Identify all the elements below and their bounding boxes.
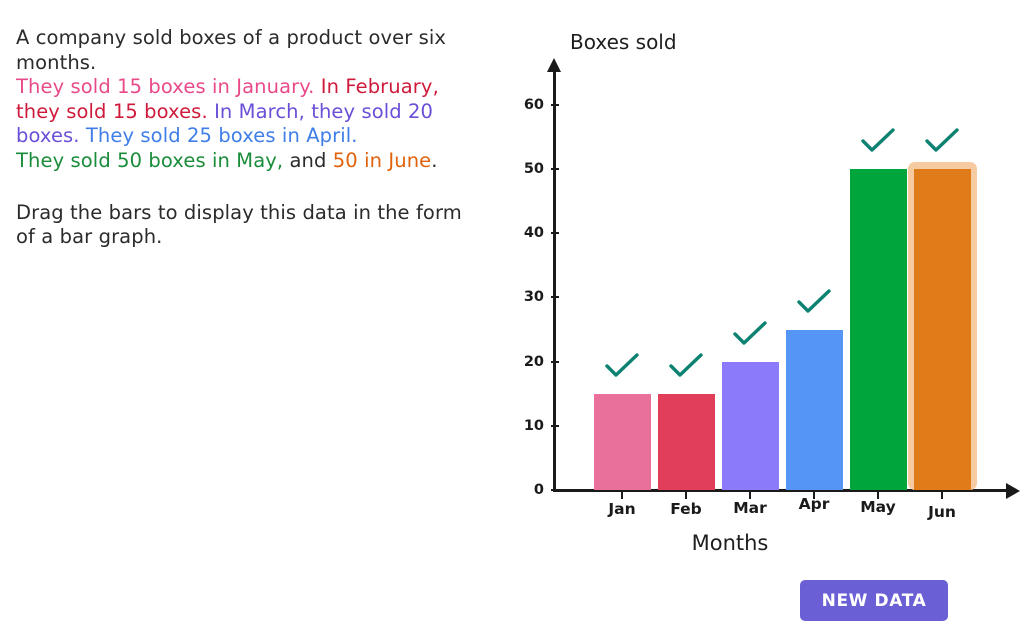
x-tick-label-feb: Feb (670, 500, 702, 518)
bar-chart-panel: Boxes sold 0102030405060 JanFebMarAprMay… (500, 0, 1030, 643)
instruction-paragraph: Drag the bars to display this data in th… (16, 201, 486, 250)
bar-jan[interactable] (594, 394, 651, 490)
bar-feb[interactable] (658, 394, 715, 490)
checkmark-icon-apr (794, 288, 834, 318)
plot-area: 0102030405060 JanFebMarAprMayJun (500, 0, 1030, 520)
bars-layer[interactable] (500, 0, 1030, 490)
checkmark-icon-may (858, 127, 898, 157)
new-data-button[interactable]: NEW DATA (800, 580, 948, 621)
x-tick-mark (621, 492, 623, 499)
checkmark-icon-feb (666, 352, 706, 382)
x-tick-mark (685, 492, 687, 499)
april-data-text: They sold 25 boxes in April. (86, 124, 358, 147)
bar-may[interactable] (850, 169, 907, 490)
final-period-text: . (431, 149, 437, 172)
x-tick-label-jan: Jan (608, 500, 635, 518)
bar-apr[interactable] (786, 330, 843, 491)
problem-statement-panel: A company sold boxes of a product over s… (16, 26, 486, 250)
january-data-text: They sold 15 boxes in January. (16, 75, 314, 98)
x-tick-label-mar: Mar (733, 499, 767, 517)
x-tick-label-jun: Jun (928, 503, 956, 521)
bar-mar[interactable] (722, 362, 779, 490)
x-tick-label-apr: Apr (799, 495, 830, 513)
june-data-text: 50 in June (333, 149, 431, 172)
x-axis-title: Months (500, 531, 960, 555)
bar-jun[interactable] (914, 169, 971, 490)
x-tick-mark (749, 492, 751, 499)
monthly-data-paragraph: They sold 15 boxes in January. In Februa… (16, 75, 486, 173)
conjunction-text: and (283, 149, 333, 172)
may-data-text: They sold 50 boxes in May, (16, 149, 283, 172)
checkmark-icon-jan (602, 352, 642, 382)
checkmark-icon-mar (730, 320, 770, 350)
x-tick-label-may: May (860, 498, 896, 516)
checkmark-icon-jun (922, 127, 962, 157)
intro-paragraph: A company sold boxes of a product over s… (16, 26, 486, 75)
x-tick-mark (941, 492, 943, 499)
